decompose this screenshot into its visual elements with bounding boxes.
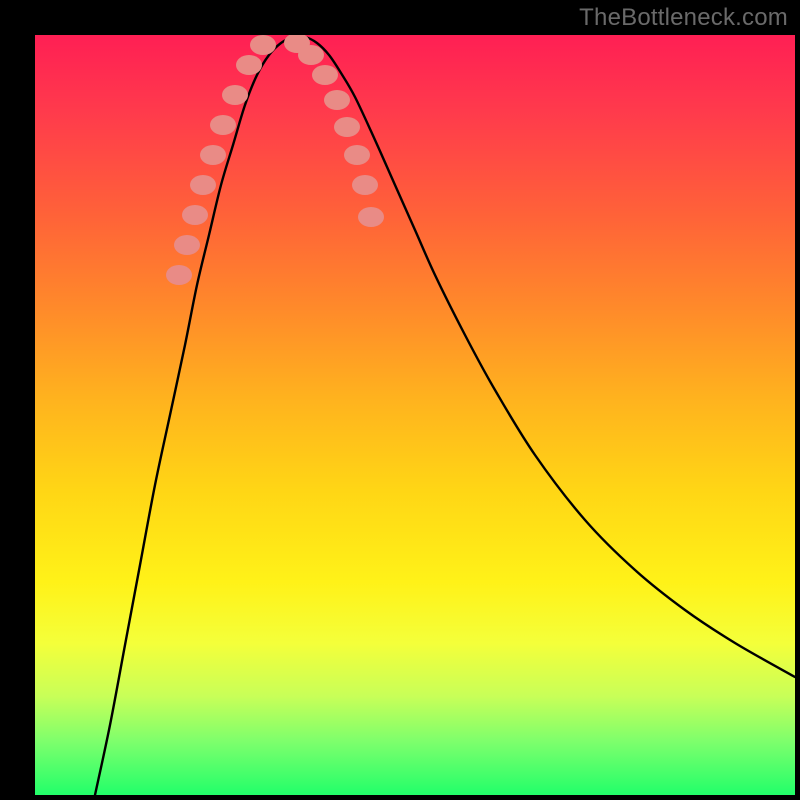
marker-blob: [298, 45, 324, 65]
chart-frame: TheBottleneck.com: [0, 0, 800, 800]
marker-blob: [182, 205, 208, 225]
bottleneck-curve: [95, 36, 795, 795]
marker-blob: [250, 35, 276, 55]
marker-blob: [344, 145, 370, 165]
marker-blob: [352, 175, 378, 195]
chart-svg: [35, 35, 795, 795]
marker-blob: [222, 85, 248, 105]
marker-blob: [358, 207, 384, 227]
marker-blob: [166, 265, 192, 285]
marker-blob: [210, 115, 236, 135]
marker-blob: [236, 55, 262, 75]
marker-blob: [324, 90, 350, 110]
marker-blob: [200, 145, 226, 165]
marker-blob: [190, 175, 216, 195]
marker-blob: [312, 65, 338, 85]
marker-blob: [334, 117, 360, 137]
watermark-text: TheBottleneck.com: [579, 4, 788, 32]
marker-blob: [174, 235, 200, 255]
